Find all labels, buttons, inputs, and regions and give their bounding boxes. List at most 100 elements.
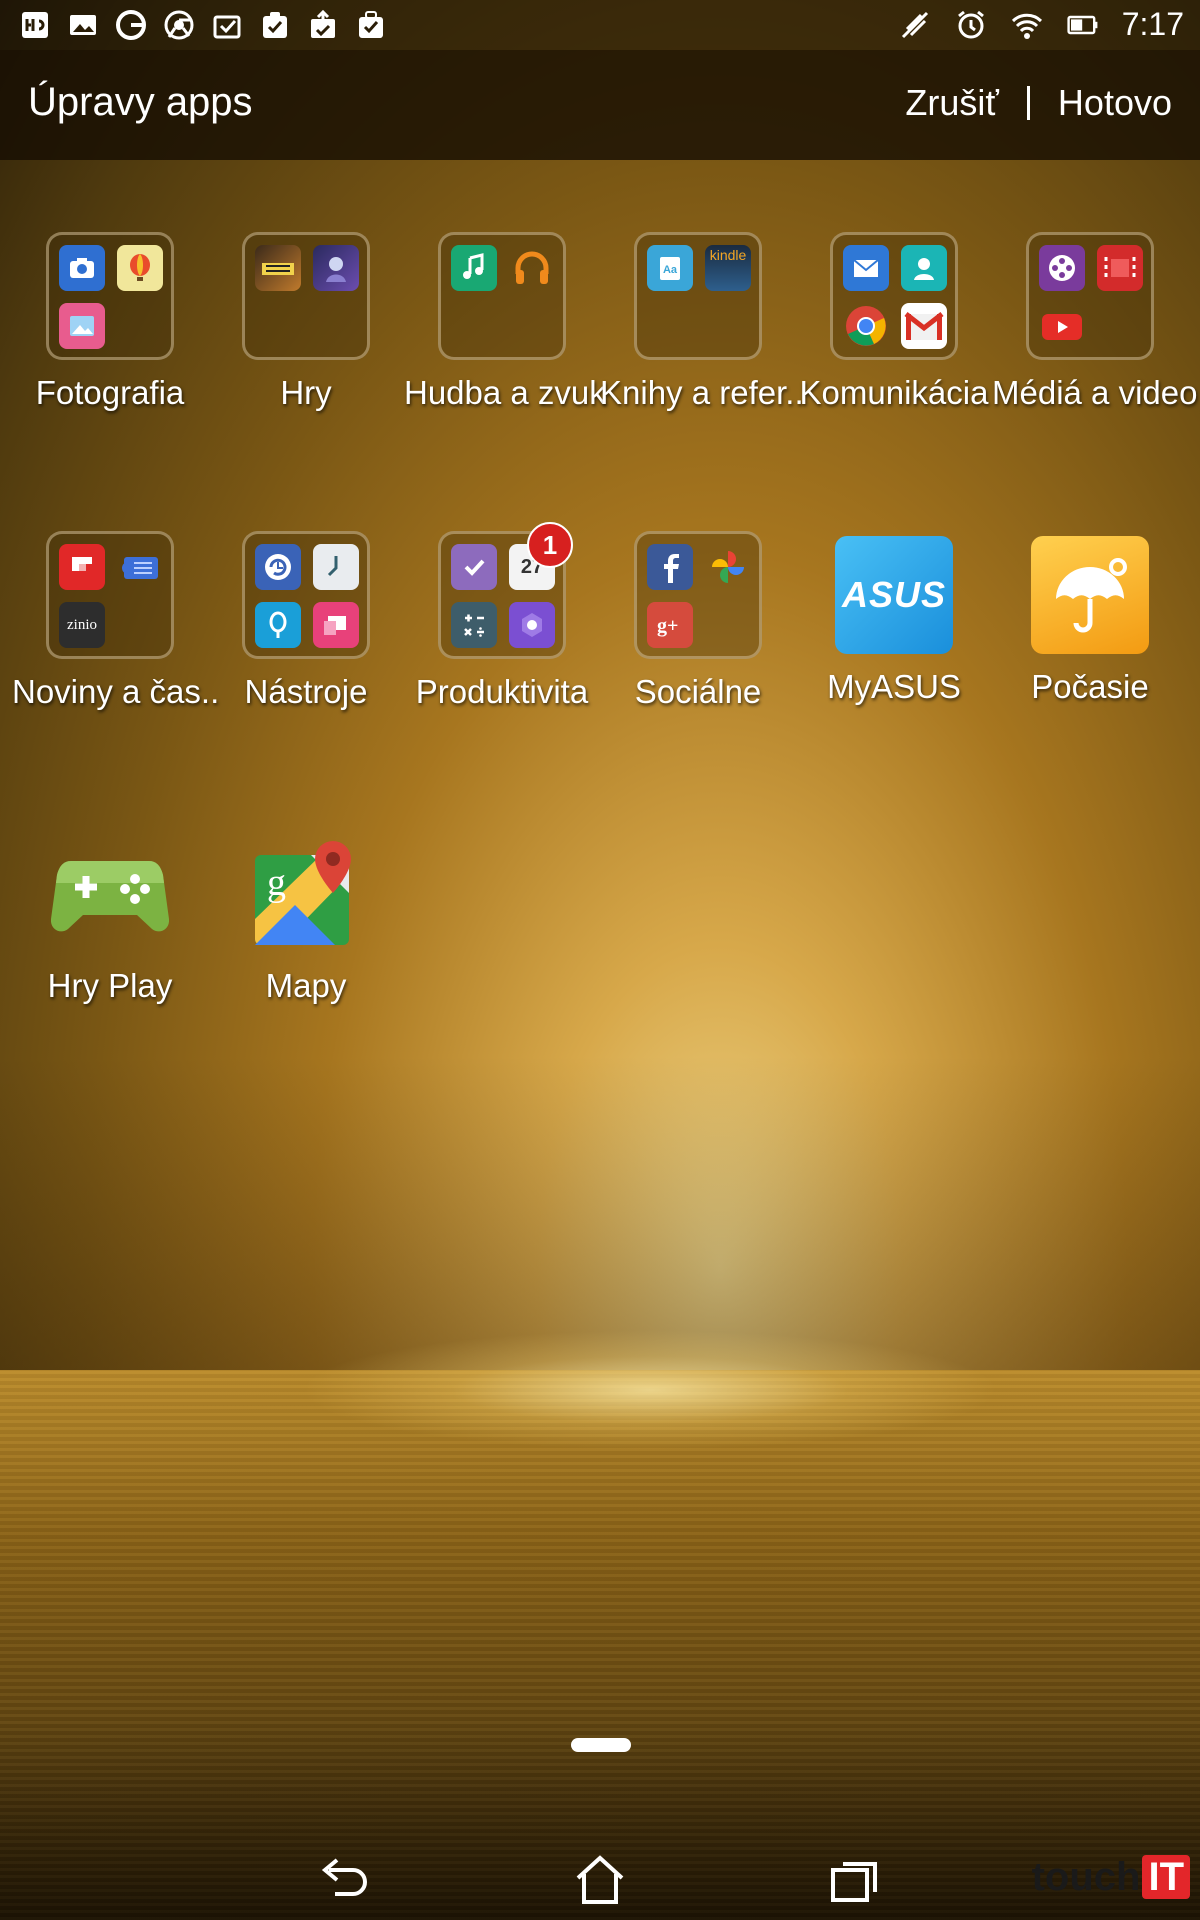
clock-icon xyxy=(313,544,359,590)
video-reel-icon xyxy=(1039,245,1085,291)
app-folder-nastroje[interactable]: Nástroje xyxy=(208,531,404,711)
action-divider xyxy=(1026,86,1030,120)
app-label: Hudba a zvuk xyxy=(404,374,606,411)
google-maps-icon: g xyxy=(247,835,365,953)
done-button[interactable]: Hotovo xyxy=(1058,82,1172,124)
back-icon[interactable] xyxy=(310,1850,380,1910)
app-folder-komunikacia[interactable]: Komunikácia xyxy=(796,232,992,412)
app-folder-media-a-video[interactable]: Médiá a video xyxy=(992,232,1198,412)
app-label: Knihy a refer.. xyxy=(600,374,804,411)
action-bar: Úpravy apps Zrušiť Hotovo xyxy=(0,50,1200,160)
zinio-icon: zinio xyxy=(59,602,105,648)
notification-badge: 1 xyxy=(527,522,573,568)
app-folder-hudba-a-zvuk[interactable]: Hudba a zvuk xyxy=(404,232,606,412)
folder-preview xyxy=(1026,232,1154,360)
folder-preview xyxy=(830,232,958,360)
page-title: Úpravy apps xyxy=(28,80,253,124)
wifi-icon xyxy=(1010,8,1044,42)
app-label: Médiá a video xyxy=(992,374,1198,411)
app-folder-fotografia[interactable]: Fotografia xyxy=(12,232,208,412)
alarm-icon xyxy=(954,8,988,42)
app-pocasie[interactable]: Počasie xyxy=(992,531,1188,706)
mute-icon xyxy=(898,8,932,42)
app-label: Produktivita xyxy=(415,673,589,710)
mirror-icon xyxy=(255,602,301,648)
film-strip-icon xyxy=(1097,245,1143,291)
news-reader-icon xyxy=(117,544,163,590)
system-indicators: 7:17 xyxy=(898,6,1184,43)
calculator-icon xyxy=(451,602,497,648)
app-label: MyASUS xyxy=(827,668,961,705)
music-note-icon xyxy=(451,245,497,291)
svg-text:Aa: Aa xyxy=(663,264,678,276)
headphones-icon xyxy=(509,245,555,291)
app-label: Sociálne xyxy=(634,673,762,710)
navigation-bar xyxy=(0,1840,1200,1920)
app-label: Noviny a čas.. xyxy=(12,673,220,710)
google-photos-icon xyxy=(705,544,751,590)
youtube-icon xyxy=(1039,303,1085,349)
app-folder-produktivita[interactable]: 27 1 Produktivita xyxy=(404,522,600,711)
play-games-controller-icon xyxy=(51,835,169,953)
recents-icon[interactable] xyxy=(820,1850,890,1910)
email-icon xyxy=(843,245,889,291)
page-indicator[interactable] xyxy=(571,1738,631,1752)
app-label: Komunikácia xyxy=(799,374,989,411)
memo-icon xyxy=(509,602,555,648)
cancel-button[interactable]: Zrušiť xyxy=(905,82,999,124)
battery-icon xyxy=(1066,8,1100,42)
fantasy-game-icon xyxy=(313,245,359,291)
app-label: Počasie xyxy=(1031,668,1149,705)
watermark-logo: touch IT xyxy=(1032,1855,1190,1900)
app-label: Hry xyxy=(280,374,332,411)
weather-umbrella-icon xyxy=(1031,536,1149,654)
flipboard-icon xyxy=(59,544,105,590)
photo-editor-icon xyxy=(59,303,105,349)
dictionary-icon: Aa xyxy=(647,245,693,291)
svg-text:g+: g+ xyxy=(657,615,678,637)
chrome-browser-icon xyxy=(843,303,889,349)
folder-preview xyxy=(242,232,370,360)
folder-preview xyxy=(242,531,370,659)
home-icon[interactable] xyxy=(565,1850,635,1910)
folder-preview: Aa kindle xyxy=(634,232,762,360)
clipboard-check-icon xyxy=(258,8,292,42)
gmail-icon xyxy=(901,303,947,349)
svg-text:g: g xyxy=(267,862,286,904)
balloon-icon xyxy=(117,245,163,291)
system-monitor-icon xyxy=(18,8,52,42)
notification-icons xyxy=(18,8,388,42)
task-done-icon xyxy=(210,8,244,42)
app-label: Nástroje xyxy=(244,673,368,710)
folder-preview: g+ xyxy=(634,531,762,659)
camera-icon xyxy=(59,245,105,291)
app-hry-play[interactable]: Hry Play xyxy=(12,830,208,1005)
google-plus-icon: g+ xyxy=(647,602,693,648)
wallpaper-sun-glow xyxy=(300,1330,1000,1450)
app-folder-hry[interactable]: Hry xyxy=(208,232,404,412)
folder-preview xyxy=(46,232,174,360)
tasks-check-icon xyxy=(451,544,497,590)
screen-share-icon xyxy=(313,602,359,648)
briefcase-check-icon xyxy=(354,8,388,42)
app-myasus[interactable]: ASUS MyASUS xyxy=(796,531,992,706)
myasus-icon: ASUS xyxy=(835,536,953,654)
app-mapy[interactable]: g Mapy xyxy=(208,830,404,1005)
facebook-icon xyxy=(647,544,693,590)
kindle-icon: kindle xyxy=(705,245,751,291)
action-bar-buttons: Zrušiť Hotovo xyxy=(905,82,1172,124)
star-wars-game-icon xyxy=(255,245,301,291)
app-folder-noviny-a-casopisy[interactable]: zinio Noviny a čas.. xyxy=(12,531,220,711)
folder-preview xyxy=(438,232,566,360)
app-folder-socialne[interactable]: g+ Sociálne xyxy=(600,531,796,711)
clock-time: 7:17 xyxy=(1121,6,1184,42)
gallery-icon xyxy=(66,8,100,42)
app-folder-knihy-a-referencie[interactable]: Aa kindle Knihy a refer.. xyxy=(600,232,804,412)
folder-preview: zinio xyxy=(46,531,174,659)
contacts-icon xyxy=(901,245,947,291)
upload-check-icon xyxy=(306,8,340,42)
folder-preview: 27 1 xyxy=(438,522,573,659)
app-label: Fotografia xyxy=(35,374,185,411)
google-icon xyxy=(114,8,148,42)
app-label: Hry Play xyxy=(47,967,173,1004)
